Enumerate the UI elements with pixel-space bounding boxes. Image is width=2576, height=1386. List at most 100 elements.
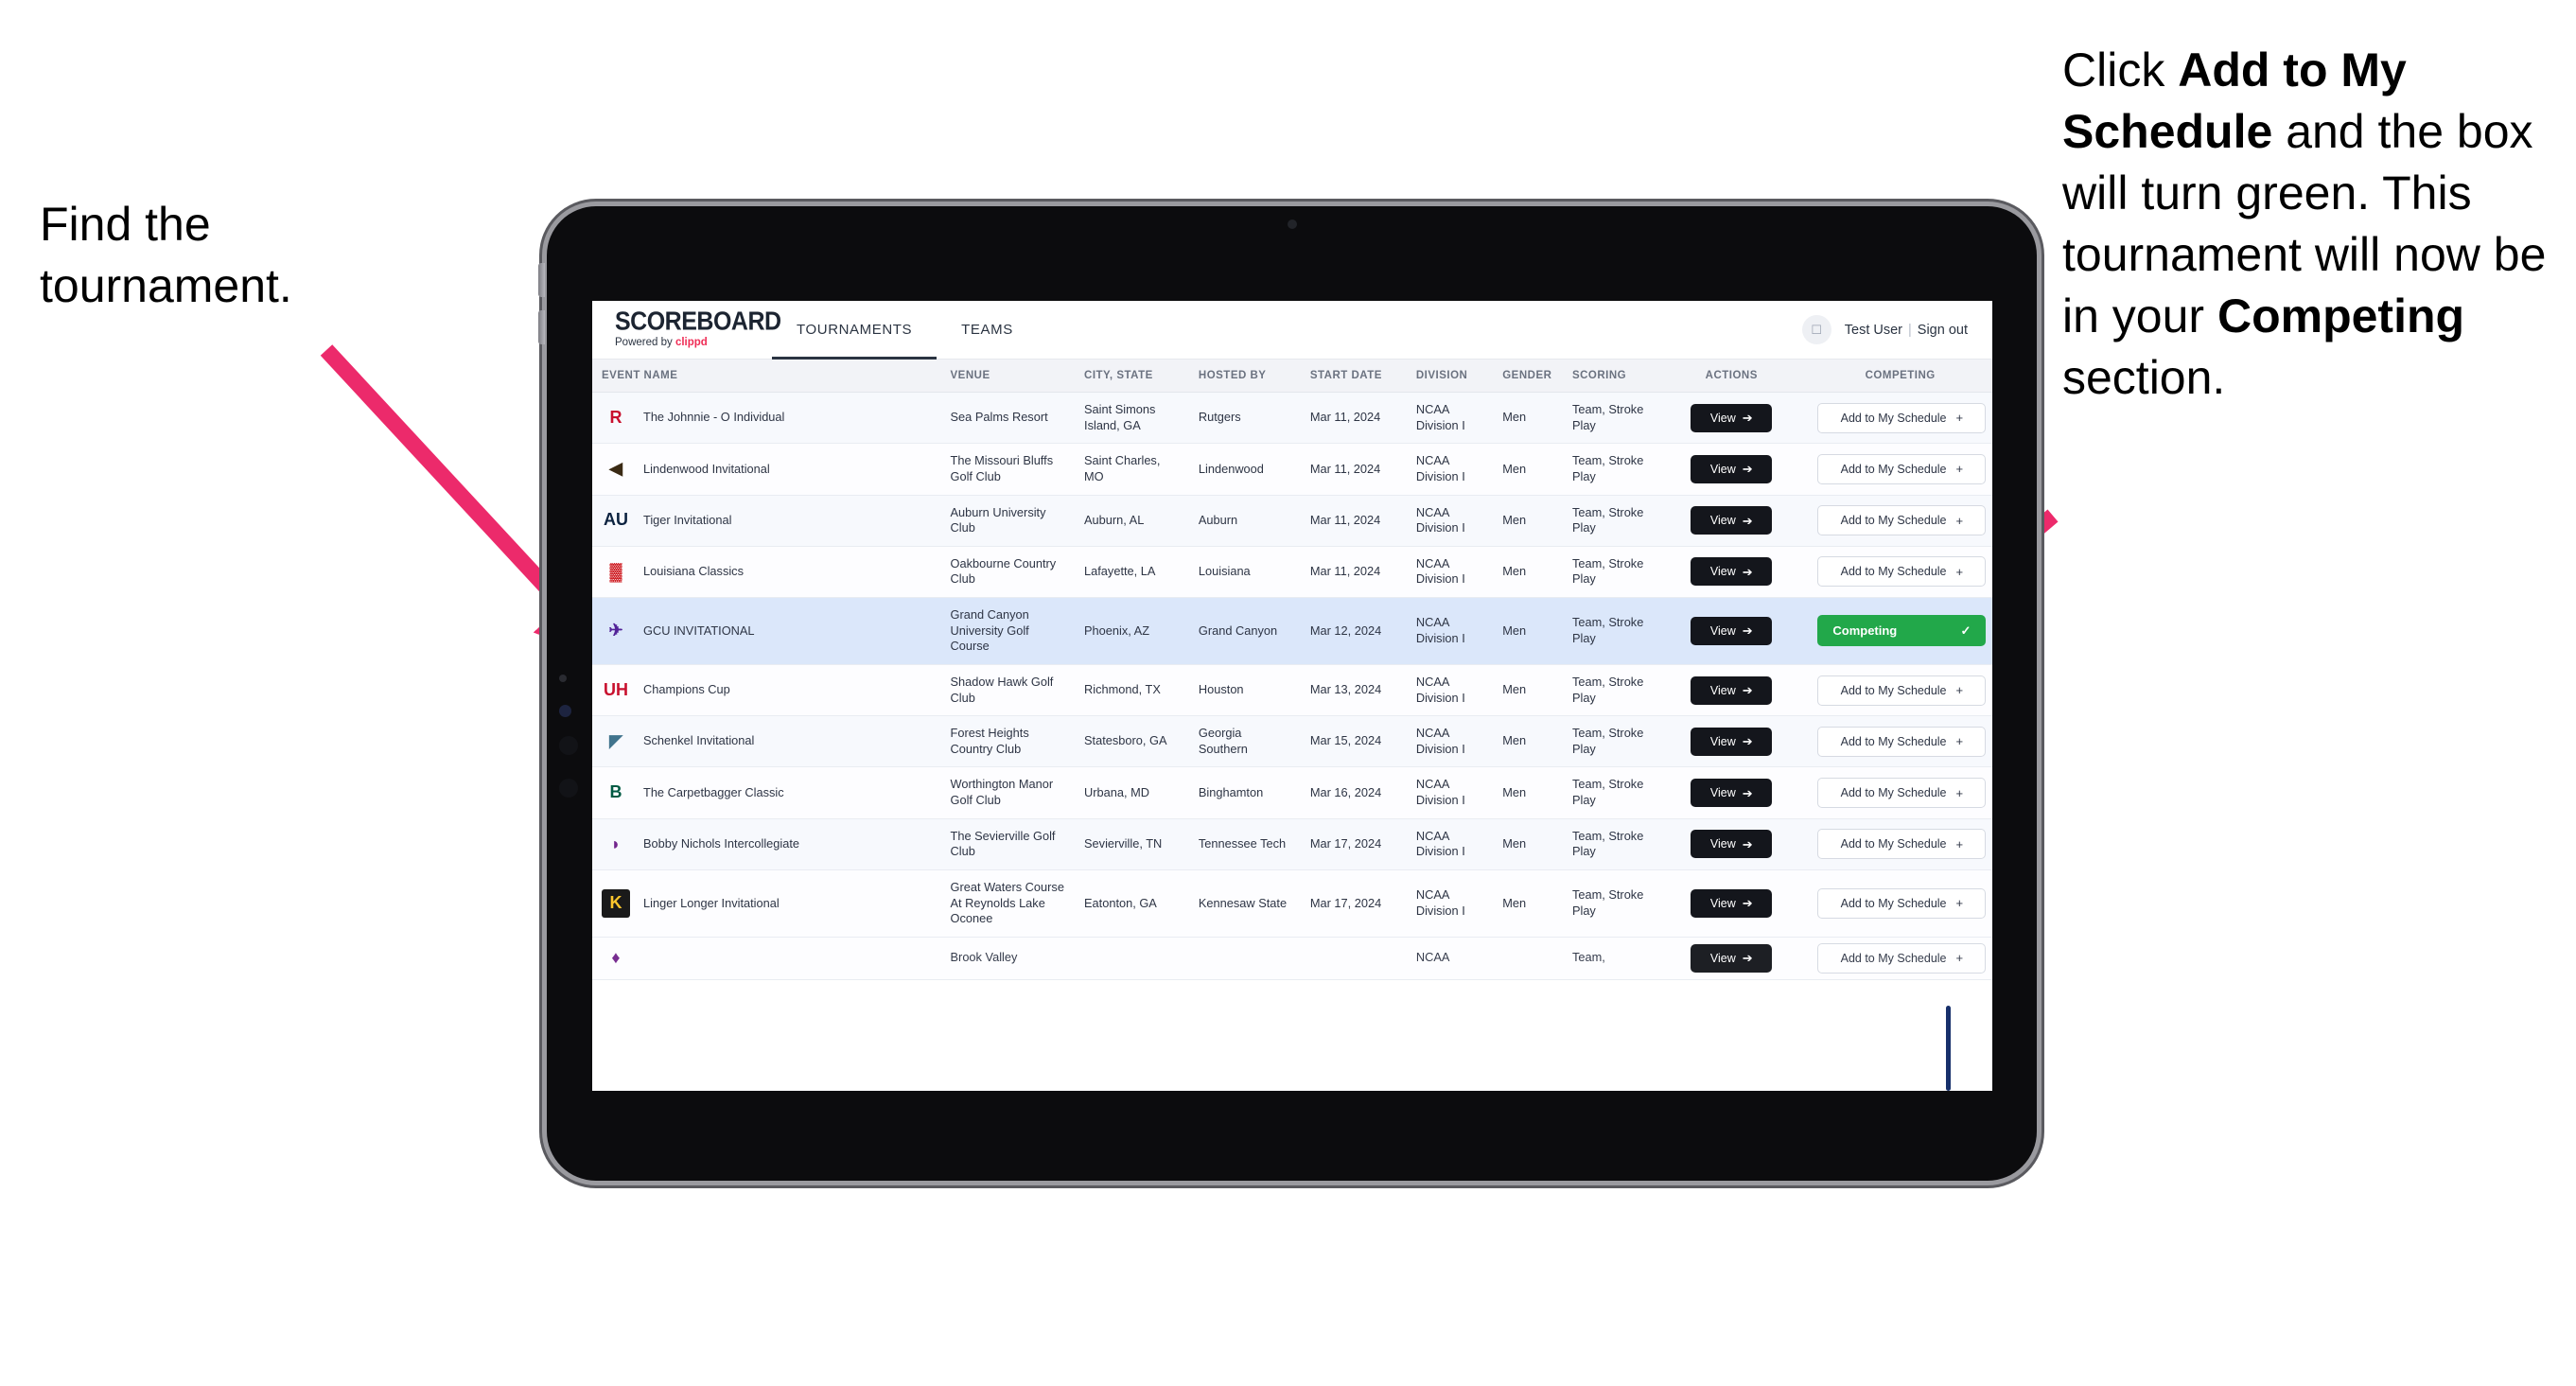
view-button[interactable]: View ➔ bbox=[1691, 888, 1773, 918]
circle-arrow-right-icon: ➔ bbox=[1742, 462, 1753, 477]
view-button[interactable]: View ➔ bbox=[1691, 830, 1773, 859]
view-button[interactable]: View ➔ bbox=[1691, 779, 1773, 807]
col-actions: ACTIONS bbox=[1655, 360, 1809, 393]
add-to-my-schedule-button[interactable]: Add to My Schedule + bbox=[1817, 942, 1987, 974]
cell-scoring: Team, Stroke Play bbox=[1562, 392, 1656, 445]
add-to-my-schedule-button[interactable]: Add to My Schedule + bbox=[1817, 726, 1987, 757]
col-gender: GENDER bbox=[1493, 360, 1563, 393]
view-button[interactable]: View ➔ bbox=[1691, 557, 1773, 587]
cell-start-date: Mar 17, 2024 bbox=[1300, 818, 1407, 870]
camera-dot bbox=[559, 705, 571, 717]
table-header-row: EVENT NAME VENUE CITY, STATE HOSTED BY S… bbox=[592, 360, 1992, 393]
cell-event-name: AU Tiger Invitational bbox=[592, 495, 941, 547]
plus-icon: + bbox=[1955, 683, 1964, 697]
cell-actions: View ➔ bbox=[1655, 766, 1809, 819]
cell-actions: View ➔ bbox=[1655, 869, 1809, 938]
plus-icon: + bbox=[1955, 896, 1964, 911]
add-to-my-schedule-button[interactable]: Add to My Schedule + bbox=[1817, 778, 1987, 808]
add-to-my-schedule-button[interactable]: Add to My Schedule + bbox=[1817, 556, 1987, 588]
tab-tournaments[interactable]: TOURNAMENTS bbox=[772, 301, 938, 360]
add-label: Add to My Schedule bbox=[1840, 411, 1947, 425]
brand-subtitle: Powered by clippd bbox=[615, 337, 761, 348]
cell-actions: View ➔ bbox=[1655, 715, 1809, 768]
add-to-my-schedule-button[interactable]: Add to My Schedule + bbox=[1817, 505, 1987, 536]
col-hosted-by: HOSTED BY bbox=[1188, 360, 1301, 393]
cell-gender: Men bbox=[1493, 443, 1563, 496]
add-label: Add to My Schedule bbox=[1840, 734, 1947, 748]
add-to-my-schedule-button[interactable]: Add to My Schedule + bbox=[1817, 402, 1987, 433]
view-label: View bbox=[1709, 514, 1736, 528]
plus-icon: + bbox=[1955, 462, 1964, 477]
competing-button[interactable]: Competing ✓ bbox=[1817, 615, 1987, 647]
cell-actions: View ➔ bbox=[1655, 546, 1809, 599]
team-logo-icon: ◗ bbox=[610, 833, 622, 853]
table-row[interactable]: ◗ Bobby Nichols Intercollegiate The Sevi… bbox=[592, 818, 1992, 870]
user-name: Test User bbox=[1844, 322, 1902, 338]
view-button[interactable]: View ➔ bbox=[1691, 454, 1773, 483]
cell-competing: Add to My Schedule + bbox=[1808, 715, 1992, 768]
cell-actions: View ➔ bbox=[1655, 495, 1809, 547]
add-label: Add to My Schedule bbox=[1840, 837, 1947, 851]
user-links: Test User | Sign out bbox=[1845, 323, 1968, 338]
table-row[interactable]: ✈ GCU INVITATIONAL Grand Canyon Universi… bbox=[592, 597, 1992, 665]
speaker-dot-1 bbox=[559, 736, 578, 755]
table-row[interactable]: UH Champions Cup Shadow Hawk Golf Club R… bbox=[592, 664, 1992, 717]
cell-city-state: Richmond, TX bbox=[1075, 664, 1189, 717]
tab-teams[interactable]: TEAMS bbox=[937, 301, 1038, 360]
team-logo-icon: AU bbox=[604, 510, 628, 530]
nav-tabs: TOURNAMENTS TEAMS bbox=[772, 301, 1038, 360]
cell-gender: Men bbox=[1493, 597, 1563, 665]
cell-scoring: Team, Stroke Play bbox=[1562, 869, 1656, 938]
view-label: View bbox=[1709, 462, 1736, 476]
cell-scoring: Team, Stroke Play bbox=[1562, 715, 1656, 768]
cell-hosted-by: Grand Canyon bbox=[1188, 597, 1301, 665]
table-row[interactable]: B The Carpetbagger Classic Worthington M… bbox=[592, 766, 1992, 819]
cell-gender: Men bbox=[1493, 495, 1563, 547]
view-button[interactable]: View ➔ bbox=[1691, 727, 1773, 756]
event-name-text: Tiger Invitational bbox=[643, 512, 732, 527]
view-button[interactable]: View ➔ bbox=[1691, 943, 1773, 973]
cell-hosted-by: Lindenwood bbox=[1188, 443, 1301, 496]
cell-scoring: Team, Stroke Play bbox=[1562, 495, 1656, 547]
add-to-my-schedule-button[interactable]: Add to My Schedule + bbox=[1817, 887, 1987, 919]
table-row-clipped[interactable]: ♦ Brook Valley NCAA Team, View ➔ Add to … bbox=[592, 937, 1992, 980]
cell-start-date: Mar 16, 2024 bbox=[1300, 766, 1407, 819]
add-to-my-schedule-button[interactable]: Add to My Schedule + bbox=[1817, 829, 1987, 860]
add-label: Add to My Schedule bbox=[1840, 951, 1947, 965]
cell-actions: View ➔ bbox=[1655, 818, 1809, 870]
cell-gender: Men bbox=[1493, 766, 1563, 819]
table-row[interactable]: ▓ Louisiana Classics Oakbourne Country C… bbox=[592, 546, 1992, 599]
volume-up-button[interactable] bbox=[538, 263, 545, 297]
annotation-right-p3: section. bbox=[2062, 351, 2226, 404]
table-row[interactable]: AU Tiger Invitational Auburn University … bbox=[592, 495, 1992, 547]
cell-gender: Men bbox=[1493, 546, 1563, 599]
user-avatar-icon[interactable]: ☐ bbox=[1801, 315, 1831, 344]
table-row[interactable]: ◀ Lindenwood Invitational The Missouri B… bbox=[592, 443, 1992, 496]
view-button[interactable]: View ➔ bbox=[1691, 506, 1773, 535]
tablet-screen: SCOREBOARD Powered by clippd TOURNAMENTS… bbox=[592, 301, 1992, 1091]
cell-hosted-by: Louisiana bbox=[1188, 546, 1301, 599]
view-button[interactable]: View ➔ bbox=[1691, 616, 1773, 645]
add-to-my-schedule-button[interactable]: Add to My Schedule + bbox=[1817, 675, 1987, 706]
volume-down-button[interactable] bbox=[538, 310, 545, 344]
table-row[interactable]: R The Johnnie - O Individual Sea Palms R… bbox=[592, 392, 1992, 445]
plus-icon: + bbox=[1955, 734, 1964, 749]
vertical-scrollbar[interactable] bbox=[1946, 1006, 1951, 1091]
table-row[interactable]: K Linger Longer Invitational Great Water… bbox=[592, 869, 1992, 938]
view-label: View bbox=[1709, 623, 1736, 638]
sign-out-link[interactable]: Sign out bbox=[1918, 323, 1968, 338]
plus-icon: + bbox=[1955, 564, 1964, 579]
event-name-text: GCU INVITATIONAL bbox=[643, 623, 755, 638]
add-to-my-schedule-button[interactable]: Add to My Schedule + bbox=[1817, 453, 1987, 484]
brand-logo: SCOREBOARD Powered by clippd bbox=[592, 301, 781, 359]
table-row[interactable]: ◤ Schenkel Invitational Forest Heights C… bbox=[592, 715, 1992, 768]
cell-competing: Add to My Schedule + bbox=[1808, 546, 1992, 599]
view-button[interactable]: View ➔ bbox=[1691, 403, 1773, 432]
cell-competing: Add to My Schedule + bbox=[1808, 443, 1992, 496]
view-button[interactable]: View ➔ bbox=[1691, 675, 1773, 705]
cell-start-date: Mar 11, 2024 bbox=[1300, 443, 1407, 496]
cell-competing: Add to My Schedule + bbox=[1808, 869, 1992, 938]
plus-icon: + bbox=[1955, 951, 1964, 966]
cell-competing: Add to My Schedule + bbox=[1808, 495, 1992, 547]
plus-icon: + bbox=[1955, 785, 1964, 800]
